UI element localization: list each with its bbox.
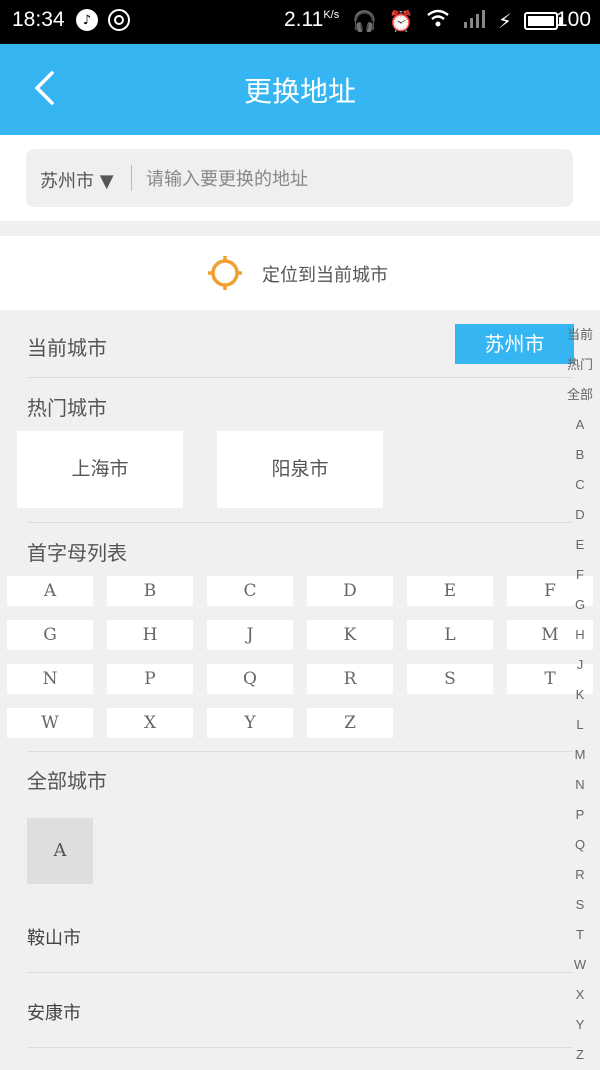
divider xyxy=(27,972,573,973)
letter-header: A xyxy=(27,818,93,884)
divider xyxy=(27,377,573,378)
letter-cell[interactable]: Z xyxy=(307,708,393,738)
index-item[interactable]: K xyxy=(560,680,600,710)
letter-cell[interactable]: R xyxy=(307,664,393,694)
letter-cell[interactable]: P xyxy=(107,664,193,694)
index-item[interactable]: L xyxy=(560,710,600,740)
index-item[interactable]: J xyxy=(560,650,600,680)
notification-icon: ♪ xyxy=(76,9,98,31)
index-item[interactable]: G xyxy=(560,590,600,620)
index-item[interactable]: C xyxy=(560,470,600,500)
index-item[interactable]: A xyxy=(560,410,600,440)
letter-cell[interactable]: J xyxy=(207,620,293,650)
index-item[interactable]: 全部 xyxy=(560,380,600,410)
letter-cell[interactable]: E xyxy=(407,576,493,606)
alarm-icon: ⏰ xyxy=(388,8,414,33)
signal-icon xyxy=(462,8,486,33)
divider xyxy=(27,751,573,752)
index-item[interactable]: F xyxy=(560,560,600,590)
current-city-button[interactable]: 苏州市 xyxy=(455,324,574,364)
hot-cities-title: 热门城市 xyxy=(27,396,107,420)
headphones-icon: 🎧 xyxy=(352,8,377,33)
index-item[interactable]: X xyxy=(560,980,600,1010)
index-item[interactable]: N xyxy=(560,770,600,800)
search-bar: 苏州市 ▼ xyxy=(0,135,600,221)
battery-level: 100 xyxy=(556,8,592,31)
index-item[interactable]: T xyxy=(560,920,600,950)
page-title: 更换地址 xyxy=(243,75,356,108)
index-item[interactable]: S xyxy=(560,890,600,920)
alphabet-index[interactable]: 当前 热门 全部 A B C D E F G H J K L M N P Q R… xyxy=(560,320,600,1070)
wifi-icon xyxy=(426,8,450,33)
status-bar: 18:34 ♪ 2.11K/s 🎧 ⏰ ⚡ 100 xyxy=(0,0,600,44)
locate-label: 定位到当前城市 xyxy=(262,265,388,286)
hot-city-button[interactable]: 阳泉市 xyxy=(217,431,383,508)
letter-cell[interactable]: H xyxy=(107,620,193,650)
letter-cell[interactable]: Q xyxy=(207,664,293,694)
hot-city-button[interactable]: 上海市 xyxy=(17,431,183,508)
index-item[interactable]: H xyxy=(560,620,600,650)
index-item[interactable]: 当前 xyxy=(560,320,600,350)
letter-cell[interactable]: L xyxy=(407,620,493,650)
letter-cell[interactable]: S xyxy=(407,664,493,694)
status-time: 18:34 xyxy=(12,8,65,31)
index-item[interactable]: E xyxy=(560,530,600,560)
letter-cell[interactable]: G xyxy=(7,620,93,650)
letter-cell[interactable]: D xyxy=(307,576,393,606)
divider xyxy=(27,522,573,523)
index-item[interactable]: W xyxy=(560,950,600,980)
letter-cell[interactable]: N xyxy=(7,664,93,694)
index-item[interactable]: P xyxy=(560,800,600,830)
charging-icon: ⚡ xyxy=(497,8,512,33)
index-item[interactable]: R xyxy=(560,860,600,890)
letter-cell[interactable]: B xyxy=(107,576,193,606)
city-item[interactable]: 安康市 xyxy=(27,999,81,1025)
letter-cell[interactable]: C xyxy=(207,576,293,606)
battery-icon xyxy=(523,11,562,30)
letter-cell[interactable]: A xyxy=(7,576,93,606)
radar-icon xyxy=(108,9,130,31)
letter-cell[interactable]: X xyxy=(107,708,193,738)
letter-cell[interactable]: Y xyxy=(207,708,293,738)
city-dropdown[interactable]: 苏州市 ▼ xyxy=(40,167,114,193)
index-item[interactable]: Z xyxy=(560,1040,600,1070)
index-item[interactable]: M xyxy=(560,740,600,770)
index-item[interactable]: Y xyxy=(560,1010,600,1040)
divider xyxy=(27,1047,573,1048)
all-cities-title: 全部城市 xyxy=(27,769,107,793)
letters-title: 首字母列表 xyxy=(27,541,127,565)
letter-cell[interactable]: K xyxy=(307,620,393,650)
search-box: 苏州市 ▼ xyxy=(26,149,573,207)
network-speed: 2.11K/s xyxy=(284,8,340,31)
locate-current-city[interactable]: 定位到当前城市 xyxy=(0,236,600,310)
index-item[interactable]: 热门 xyxy=(560,350,600,380)
divider xyxy=(131,165,132,191)
letter-cell[interactable]: W xyxy=(7,708,93,738)
search-input[interactable] xyxy=(144,159,558,199)
index-item[interactable]: Q xyxy=(560,830,600,860)
current-city-title: 当前城市 xyxy=(27,336,107,360)
app-header: 更换地址 xyxy=(0,44,600,135)
index-item[interactable]: D xyxy=(560,500,600,530)
city-item[interactable]: 鞍山市 xyxy=(27,924,81,950)
index-item[interactable]: B xyxy=(560,440,600,470)
crosshair-icon xyxy=(208,256,242,290)
